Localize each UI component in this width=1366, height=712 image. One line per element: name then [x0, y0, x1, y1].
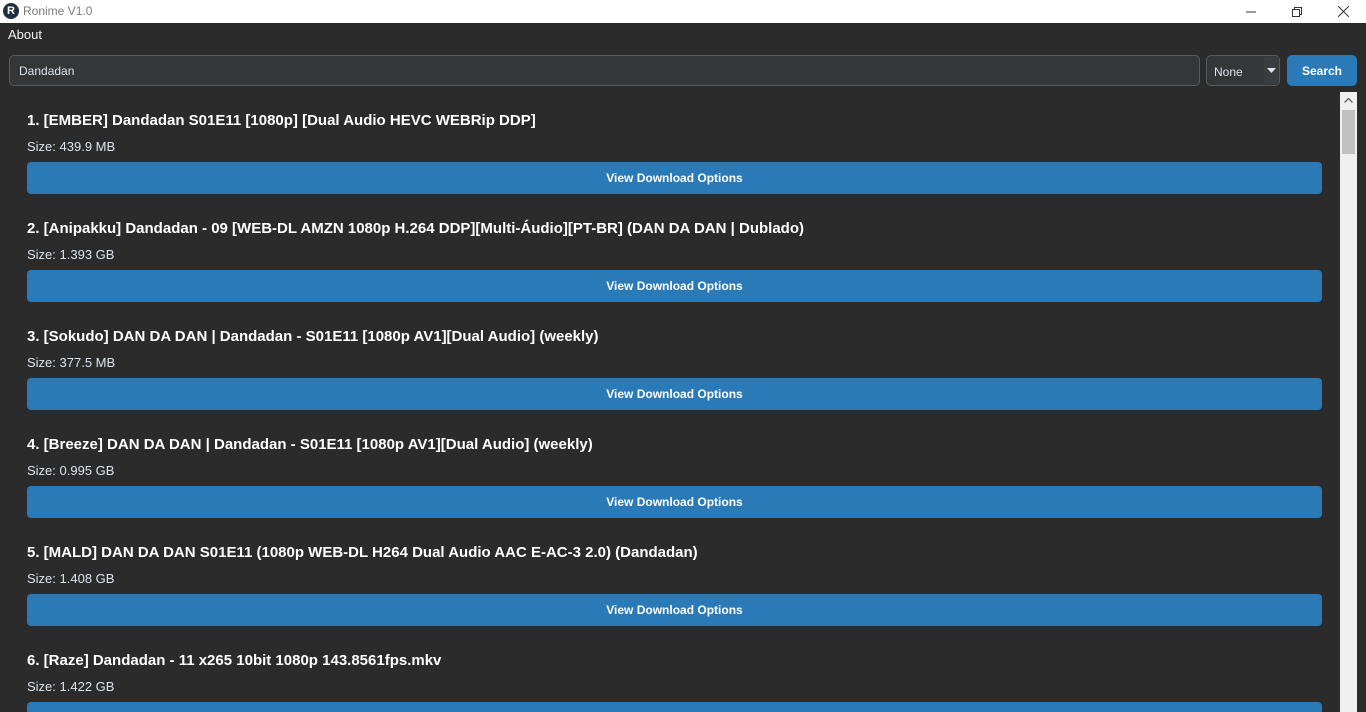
scroll-up-arrow-icon[interactable] — [1340, 92, 1357, 109]
result-size: Size: 377.5 MB — [27, 355, 116, 370]
app-logo-icon: R — [3, 3, 19, 19]
view-download-options-button[interactable]: View Download Options — [27, 594, 1322, 626]
result-size: Size: 1.422 GB — [27, 679, 115, 694]
result-title: 6. [Raze] Dandadan - 11 x265 10bit 1080p… — [27, 652, 442, 669]
dropdown-arrow-icon[interactable] — [1264, 57, 1279, 84]
quality-dropdown[interactable]: None — [1206, 55, 1280, 86]
result-title: 3. [Sokudo] DAN DA DAN | Dandadan - S01E… — [27, 328, 599, 345]
result-size: Size: 1.393 GB — [27, 247, 115, 262]
result-size: Size: 0.995 GB — [27, 463, 115, 478]
results-scrollbar[interactable] — [1340, 92, 1357, 712]
view-download-options-button[interactable]: View Download Options — [27, 270, 1322, 302]
result-title: 2. [Anipakku] Dandadan - 09 [WEB-DL AMZN… — [27, 220, 804, 237]
result-size: Size: 439.9 MB — [27, 139, 116, 154]
title-bar: R Ronime V1.0 — [0, 0, 1366, 23]
restore-icon — [1292, 6, 1302, 17]
close-button[interactable] — [1320, 0, 1366, 23]
minimize-button[interactable] — [1228, 0, 1274, 23]
view-download-options-button[interactable]: View Download Options — [27, 486, 1322, 518]
menu-item-about[interactable]: About — [8, 27, 42, 42]
minimize-icon — [1246, 11, 1256, 12]
search-input[interactable] — [9, 55, 1200, 86]
view-download-options-button[interactable]: View Download Options — [27, 378, 1322, 410]
search-button[interactable]: Search — [1287, 55, 1357, 86]
results-list: 1. [EMBER] Dandadan S01E11 [1080p] [Dual… — [10, 92, 1340, 712]
result-title: 5. [MALD] DAN DA DAN S01E11 (1080p WEB-D… — [27, 544, 698, 561]
result-title: 1. [EMBER] Dandadan S01E11 [1080p] [Dual… — [27, 112, 536, 129]
scrollbar-thumb[interactable] — [1342, 110, 1355, 154]
restore-button[interactable] — [1274, 0, 1320, 23]
quality-selected-value: None — [1214, 65, 1243, 79]
menu-bar: About — [0, 23, 1366, 46]
window-title: Ronime V1.0 — [23, 4, 93, 18]
result-title: 4. [Breeze] DAN DA DAN | Dandadan - S01E… — [27, 436, 593, 453]
result-size: Size: 1.408 GB — [27, 571, 115, 586]
view-download-options-button[interactable]: View Download Options — [27, 162, 1322, 194]
close-icon — [1337, 6, 1349, 17]
view-download-options-button[interactable]: View Download Options — [27, 702, 1322, 712]
